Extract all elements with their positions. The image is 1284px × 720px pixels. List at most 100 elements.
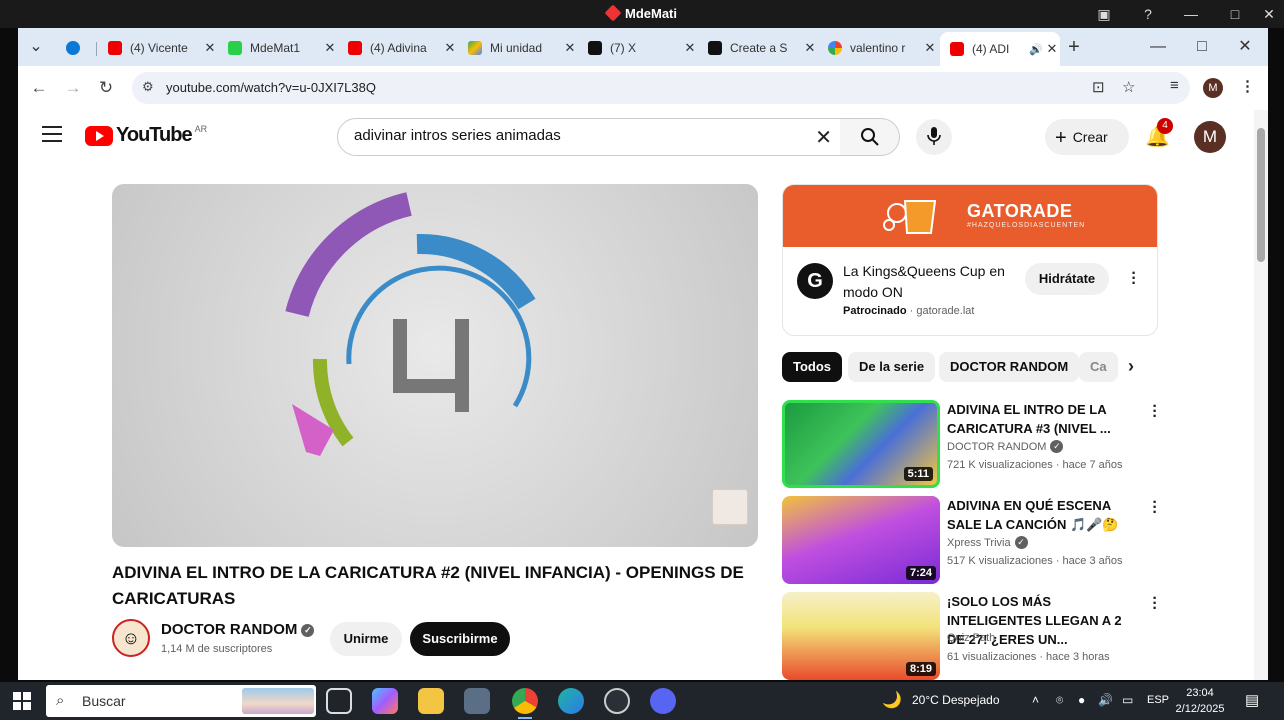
tab-2[interactable]: MdeMat1 ✕ [218, 34, 338, 62]
forward-icon[interactable]: → [60, 75, 86, 101]
more-options-icon[interactable]: · · · [1150, 495, 1160, 521]
new-tab-icon[interactable]: + [1062, 36, 1086, 58]
chrome-icon[interactable] [512, 688, 538, 719]
ad-headline[interactable]: La Kings&Queens Cup en modo ON [843, 261, 1013, 303]
tab-close-icon[interactable]: ✕ [922, 40, 938, 56]
video-thumbnail[interactable]: 5:11 [782, 400, 940, 488]
tab-7[interactable]: valentino r ✕ [818, 34, 938, 62]
chip-channel[interactable]: DOCTOR RANDOM [939, 352, 1080, 382]
more-options-icon[interactable]: · · · [1150, 591, 1160, 617]
close-icon[interactable]: ✕ [1258, 4, 1280, 24]
install-app-icon[interactable]: ⊡ [1092, 78, 1105, 96]
volume-icon[interactable]: 🔊 [1098, 693, 1113, 707]
tab-4[interactable]: Mi unidad ✕ [458, 34, 578, 62]
task-view-icon[interactable] [326, 688, 352, 714]
search-box[interactable]: ✕ [337, 118, 841, 156]
recommendation-channel[interactable]: Quiz Path [947, 632, 995, 644]
recommendation-item[interactable]: 5:11 ADIVINA EL INTRO DE LA CARICATURA #… [782, 399, 1160, 490]
site-info-icon[interactable]: ⚙ [142, 79, 154, 95]
youtube-logo[interactable]: YouTube AR [85, 124, 207, 147]
video-thumbnail[interactable]: 7:24 [782, 496, 940, 584]
recommendation-title[interactable]: ADIVINA EN QUÉ ESCENA SALE LA CANCIÓN 🎵🎤… [947, 496, 1143, 534]
tab-close-icon[interactable]: ✕ [442, 40, 458, 56]
recommendation-channel[interactable]: Xpress Trivia ✓ [947, 536, 1028, 549]
join-button[interactable]: Unirme [330, 622, 402, 656]
create-button[interactable]: + Crear [1045, 119, 1129, 155]
search-input[interactable] [354, 127, 794, 144]
hamburger-menu-icon[interactable] [42, 126, 62, 147]
weather-icon[interactable]: 🌙 [882, 690, 902, 710]
tab-close-icon[interactable]: ✕ [802, 40, 818, 56]
page-scrollbar[interactable] [1254, 110, 1268, 680]
recommendation-channel-text[interactable]: Xpress Trivia [947, 537, 1011, 549]
scrollbar-thumb[interactable] [1257, 128, 1265, 262]
browser-menu-icon[interactable]: ⋮ [1240, 77, 1255, 95]
file-explorer-icon[interactable] [418, 688, 444, 714]
chip-all[interactable]: Todos [782, 352, 843, 382]
tab-active[interactable]: (4) ADI 🔊 ✕ [940, 32, 1060, 66]
notifications-button[interactable]: 🔔 4 [1145, 118, 1173, 149]
system-clock[interactable]: 23:04 2/12/2025 [1173, 685, 1227, 717]
chevron-right-icon[interactable]: › [1128, 356, 1134, 377]
speaker-icon[interactable]: 🔊 [1028, 43, 1044, 56]
recommendation-item[interactable]: 8:19 ¡SOLO LOS MÁS INTELIGENTES LLEGAN A… [782, 591, 1160, 680]
video-thumbnail[interactable]: 8:19 [782, 592, 940, 680]
advertiser-logo[interactable]: G [797, 263, 833, 299]
back-icon[interactable]: ← [26, 75, 52, 101]
browser-minimize-icon[interactable]: — [1146, 36, 1170, 58]
ad-more-icon[interactable]: · · · [1129, 266, 1139, 292]
browser-maximize-icon[interactable]: □ [1190, 36, 1214, 58]
more-options-icon[interactable]: · · · [1150, 399, 1160, 425]
obs-icon[interactable] [604, 688, 630, 714]
network-icon[interactable]: ▭ [1122, 693, 1133, 707]
reload-icon[interactable]: ↻ [93, 75, 119, 101]
channel-name-text[interactable]: DOCTOR RANDOM [161, 621, 297, 638]
bookmark-star-icon[interactable]: ☆ [1122, 78, 1135, 96]
subscribe-button[interactable]: Suscribirme [410, 622, 510, 656]
tab-search-icon[interactable]: ⌄ [24, 36, 48, 58]
tab-close-icon[interactable]: ✕ [562, 40, 578, 56]
sponsored-ad[interactable]: GATORADE #HAZQUELOSDIASCUENTEN G La King… [782, 184, 1158, 336]
tab-6[interactable]: Create a S ✕ [698, 34, 818, 62]
ad-cta-button[interactable]: Hidrátate [1025, 263, 1109, 295]
tab-close-icon[interactable]: ✕ [202, 40, 218, 56]
camera-icon[interactable]: ⌾ [1056, 693, 1063, 708]
notification-center-icon[interactable]: ▤ [1245, 691, 1259, 709]
weather-text[interactable]: 20°C Despejado [912, 693, 1000, 707]
ad-banner[interactable]: GATORADE #HAZQUELOSDIASCUENTEN [783, 185, 1157, 247]
edge-icon[interactable] [558, 688, 584, 714]
microphone-tray-icon[interactable]: ● [1078, 693, 1085, 707]
recommendation-channel[interactable]: DOCTOR RANDOM ✓ [947, 440, 1064, 453]
browser-close-icon[interactable]: ✕ [1233, 36, 1257, 58]
address-bar[interactable]: ⚙ youtube.com/watch?v=u-0JXI7L38Q ⊡ ☆ [132, 72, 1190, 104]
discord-icon[interactable] [650, 688, 676, 714]
tab-5[interactable]: (7) X ✕ [578, 34, 698, 62]
taskbar-search[interactable]: ⌕ Buscar [46, 685, 316, 717]
install-icon[interactable]: ▣ [1093, 4, 1115, 24]
maximize-icon[interactable]: □ [1224, 4, 1246, 24]
help-icon[interactable]: ? [1137, 4, 1159, 24]
account-avatar[interactable]: M [1194, 121, 1226, 153]
chevron-up-icon[interactable]: ˄ [1032, 693, 1039, 707]
chip-series[interactable]: De la serie [848, 352, 936, 382]
tab-3[interactable]: (4) Adivina ✕ [338, 34, 458, 62]
voice-search-button[interactable] [916, 119, 952, 155]
recommendation-title[interactable]: ADIVINA EL INTRO DE LA CARICATURA #3 (NI… [947, 400, 1143, 438]
app-icon[interactable] [464, 688, 490, 714]
clear-search-icon[interactable]: ✕ [815, 125, 832, 150]
windows-start-icon[interactable] [13, 692, 31, 710]
language-indicator[interactable]: ESP [1147, 694, 1169, 706]
video-player[interactable] [112, 184, 758, 547]
channel-avatar[interactable]: ☺ [112, 619, 150, 657]
recommendation-item[interactable]: 7:24 ADIVINA EN QUÉ ESCENA SALE LA CANCI… [782, 495, 1160, 586]
media-control-icon[interactable]: ≡ [1170, 77, 1179, 94]
tab-close-icon[interactable]: ✕ [322, 40, 338, 56]
tab-1[interactable]: (4) Vicente ✕ [98, 34, 218, 62]
copilot-icon[interactable] [372, 688, 398, 714]
chip-more[interactable]: Ca [1079, 352, 1118, 382]
channel-name[interactable]: DOCTOR RANDOM ✓ [161, 621, 315, 638]
address-url[interactable]: youtube.com/watch?v=u-0JXI7L38Q [166, 80, 376, 95]
profile-avatar[interactable]: M [1203, 78, 1223, 98]
recommendation-channel-text[interactable]: DOCTOR RANDOM [947, 441, 1046, 453]
tab-close-icon[interactable]: ✕ [682, 40, 698, 56]
